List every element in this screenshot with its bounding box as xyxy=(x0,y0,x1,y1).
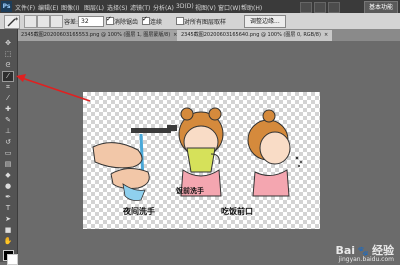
baidu-watermark: Bai 🐾 经验 jingyan.baidu.com xyxy=(335,242,394,263)
annotation-arrow xyxy=(16,74,91,102)
